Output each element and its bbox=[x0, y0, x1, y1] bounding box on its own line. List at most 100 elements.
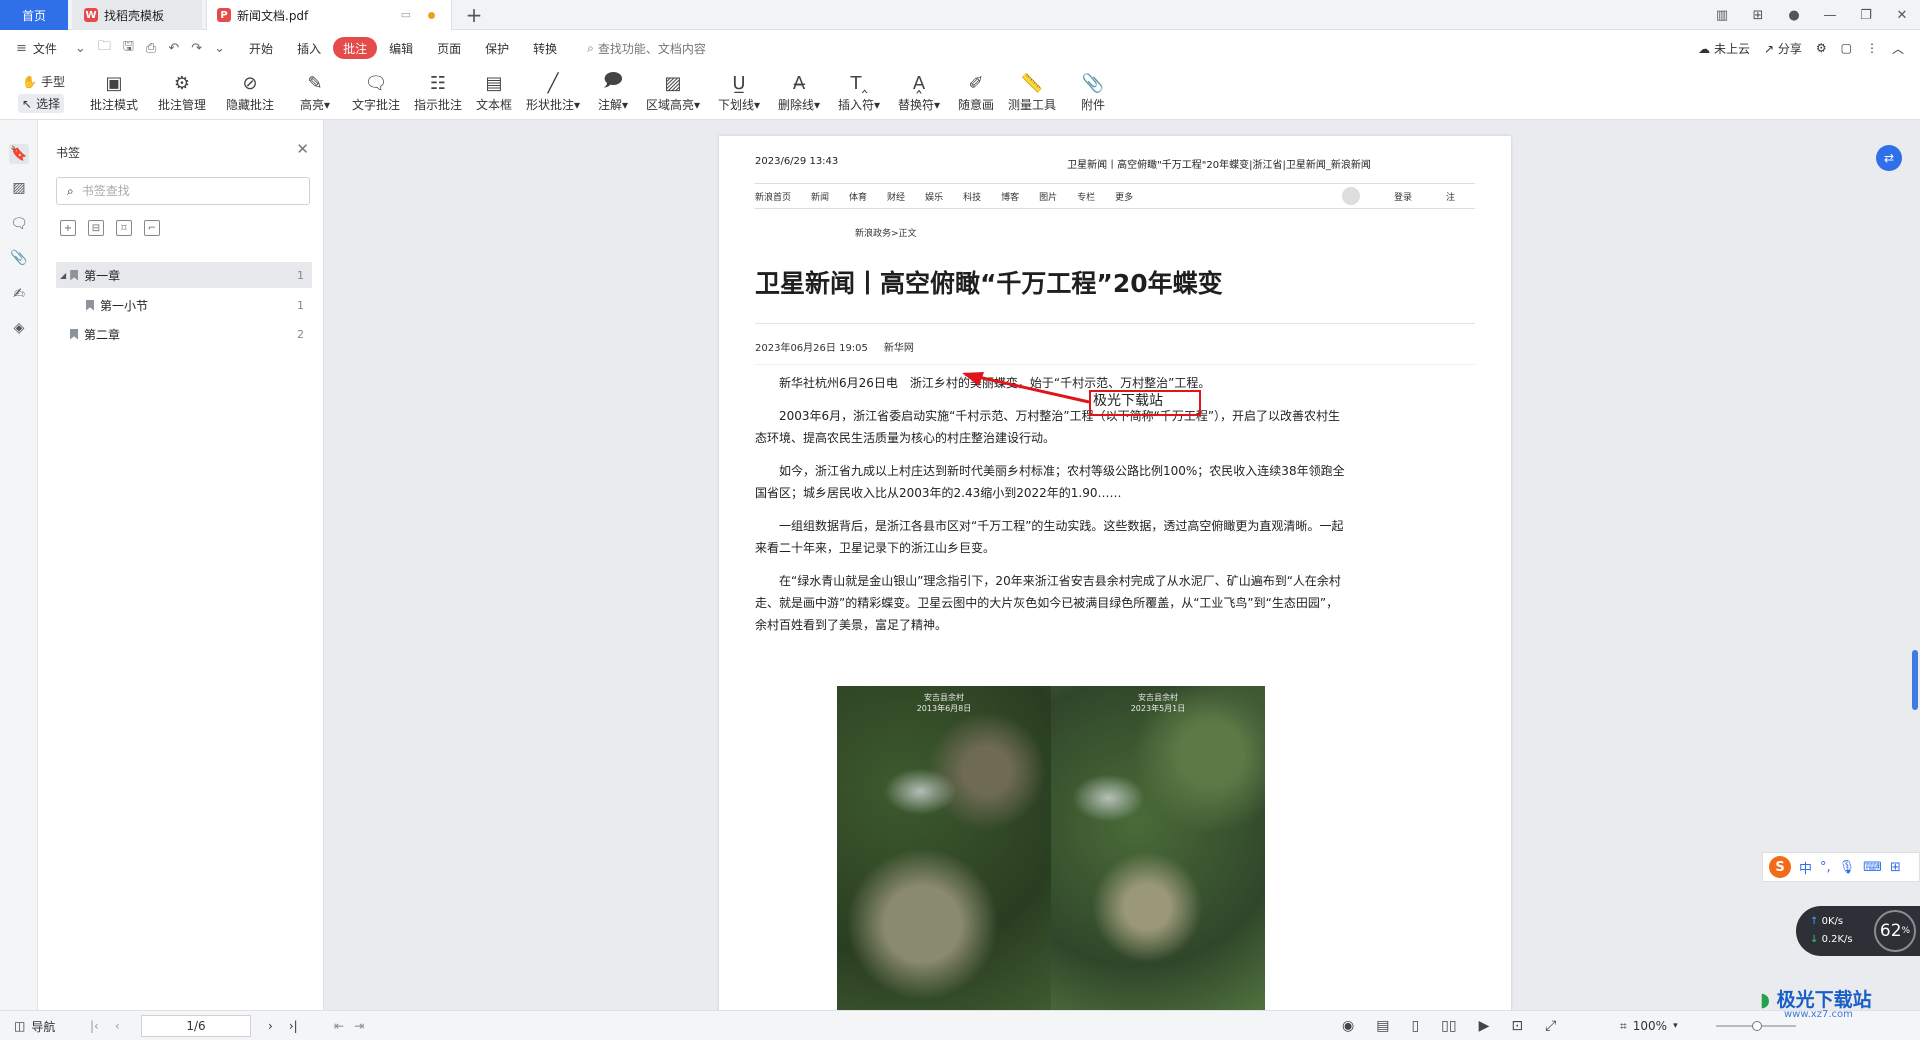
menu-protect[interactable]: 保护 bbox=[473, 37, 521, 59]
document-viewport[interactable]: 2023/6/29 13:43 卫星新闻丨高空俯瞰"千万工程"20年蝶变|浙江省… bbox=[325, 120, 1920, 1010]
attachment-panel-icon[interactable]: 📎 bbox=[9, 248, 29, 268]
collapse-ribbon-icon[interactable]: ︿ bbox=[1892, 40, 1904, 57]
bookmark-item[interactable]: ◢ 第一章 1 bbox=[56, 262, 312, 288]
hamburger-icon[interactable]: ≡ bbox=[10, 41, 33, 56]
menu-start[interactable]: 开始 bbox=[237, 37, 285, 59]
tab-document[interactable]: P 新闻文档.pdf ▭ bbox=[206, 0, 452, 30]
next-page-icon[interactable]: › bbox=[268, 1019, 273, 1033]
freehand-button[interactable]: ✐ 随意画 bbox=[958, 70, 994, 118]
tab-template[interactable]: W 找稻壳模板 bbox=[72, 0, 202, 30]
measure-tool-button[interactable]: 📏 测量工具 bbox=[1008, 70, 1056, 118]
bookmark-search-input[interactable] bbox=[81, 184, 282, 198]
bookmark-search[interactable]: ⌕ bbox=[56, 177, 310, 205]
new-tab-button[interactable]: + bbox=[460, 0, 488, 30]
undo-icon[interactable]: ↶ bbox=[162, 41, 185, 56]
back-history-icon[interactable]: ⇤ bbox=[334, 1019, 344, 1033]
last-page-icon[interactable]: ›| bbox=[289, 1019, 298, 1033]
bookmark-expand-icon[interactable]: ⌑ bbox=[116, 220, 132, 236]
hide-comment-button[interactable]: ⊘ 隐藏批注 bbox=[226, 70, 274, 118]
tab-home[interactable]: 首页 bbox=[0, 0, 68, 30]
thumbnail-icon[interactable]: ▨ bbox=[9, 178, 29, 198]
zoom-slider-track[interactable] bbox=[1716, 1021, 1796, 1031]
punctuation-icon[interactable]: °, bbox=[1820, 860, 1831, 875]
menu-comment[interactable]: 批注 bbox=[333, 37, 378, 59]
forward-history-icon[interactable]: ⇥ bbox=[354, 1019, 364, 1033]
chevron-down-icon[interactable]: ⌄ bbox=[69, 41, 92, 56]
avatar[interactable]: ● bbox=[1776, 8, 1812, 23]
first-page-icon[interactable]: |‹ bbox=[90, 1019, 99, 1033]
select-tool-button[interactable]: ↖ 选择 bbox=[18, 94, 65, 113]
text-comment-button[interactable]: 🗨 文字批注 bbox=[352, 70, 400, 118]
prev-page-icon[interactable]: ‹ bbox=[115, 1019, 120, 1033]
textbox-button[interactable]: ▤ 文本框 bbox=[476, 70, 512, 118]
floating-convert-icon[interactable]: ⇄ bbox=[1876, 145, 1902, 171]
save-icon[interactable]: 🖫 bbox=[117, 37, 140, 59]
signature-panel-icon[interactable]: ✍ bbox=[9, 284, 29, 304]
fit-page-icon[interactable]: ⊡ bbox=[1511, 1018, 1523, 1034]
minimize-button[interactable]: — bbox=[1812, 8, 1848, 23]
play-icon[interactable]: ▶ bbox=[1479, 1018, 1490, 1034]
settings-icon[interactable]: ⚙ bbox=[1816, 41, 1827, 55]
menu-insert[interactable]: 插入 bbox=[285, 37, 333, 59]
two-page-icon[interactable]: ▯▯ bbox=[1441, 1018, 1456, 1034]
comment-mode-button[interactable]: ▣ 批注模式 bbox=[90, 70, 138, 118]
layers-panel-icon[interactable]: ◈ bbox=[9, 318, 29, 338]
annotation-textbox[interactable]: 极光下载站 bbox=[1089, 390, 1201, 416]
eye-protection-icon[interactable]: ◉ bbox=[1342, 1018, 1354, 1034]
bookmark-item[interactable]: 第一小节 1 bbox=[56, 292, 312, 318]
ime-toolbar[interactable]: S 中 °, 🎙 ⌨ ⊞ bbox=[1762, 852, 1920, 882]
close-window-button[interactable]: ✕ bbox=[1884, 8, 1920, 23]
ime-grid-icon[interactable]: ⊞ bbox=[1890, 860, 1901, 875]
grid-icon[interactable]: ⊞ bbox=[1740, 8, 1776, 23]
attachment-button[interactable]: 📎 附件 bbox=[1078, 70, 1108, 118]
highlight-button[interactable]: ✎ 高亮▾ bbox=[300, 70, 330, 118]
continuous-scroll-icon[interactable]: ▤ bbox=[1376, 1018, 1389, 1034]
fit-width-icon[interactable]: ⤢ bbox=[1545, 1018, 1556, 1034]
single-page-icon[interactable]: ▯ bbox=[1411, 1018, 1419, 1034]
shape-comment-button[interactable]: ╱ 形状批注▾ bbox=[526, 70, 580, 118]
bookmark-delete-icon[interactable]: ⌐ bbox=[144, 220, 160, 236]
insert-mark-button[interactable]: T‸ 插入符▾ bbox=[838, 70, 880, 118]
microphone-icon[interactable]: 🎙 bbox=[1839, 860, 1856, 875]
comment-manage-button[interactable]: ⚙ 批注管理 bbox=[158, 70, 206, 118]
menu-convert[interactable]: 转换 bbox=[521, 37, 569, 59]
zoom-slider-thumb[interactable] bbox=[1752, 1021, 1762, 1031]
bookmark-page: 2 bbox=[297, 327, 304, 341]
strikethrough-button[interactable]: A̶ 删除线▾ bbox=[778, 70, 820, 118]
function-search[interactable]: ⌕ 查找功能、文档内容 bbox=[587, 40, 706, 57]
close-icon[interactable]: ✕ bbox=[296, 140, 309, 158]
add-bookmark-icon[interactable]: + bbox=[60, 220, 76, 236]
redo-icon[interactable]: ↷ bbox=[185, 41, 208, 56]
pointer-comment-button[interactable]: ☷ 指示批注 bbox=[414, 70, 462, 118]
bookmark-item[interactable]: 第二章 2 bbox=[56, 321, 312, 347]
layout-icon[interactable]: ▥ bbox=[1704, 8, 1740, 23]
underline-button[interactable]: U̲ 下划线▾ bbox=[718, 70, 760, 118]
menu-edit[interactable]: 编辑 bbox=[377, 37, 425, 59]
collapse-triangle-icon[interactable]: ◢ bbox=[60, 271, 66, 280]
replace-mark-button[interactable]: A̭ 替换符▾ bbox=[898, 70, 940, 118]
share-button[interactable]: ↗ 分享 bbox=[1764, 40, 1802, 57]
vertical-scrollbar-thumb[interactable] bbox=[1912, 650, 1918, 710]
zoom-select[interactable]: ⌗ 100% ▾ bbox=[1620, 1011, 1678, 1040]
area-highlight-button[interactable]: ▨ 区域高亮▾ bbox=[646, 70, 700, 118]
page-number-input[interactable]: 1/6 bbox=[141, 1015, 251, 1037]
tab-screen-icon[interactable]: ▭ bbox=[401, 8, 411, 21]
ime-language[interactable]: 中 bbox=[1799, 858, 1812, 877]
customize-icon[interactable]: ⌄ bbox=[208, 41, 231, 56]
comments-panel-icon[interactable]: 🗨 bbox=[9, 214, 29, 234]
pdf-page[interactable]: 2023/6/29 13:43 卫星新闻丨高空俯瞰"千万工程"20年蝶变|浙江省… bbox=[719, 136, 1511, 1010]
menu-file[interactable]: 文件 bbox=[33, 37, 69, 59]
restore-button[interactable]: ❐ bbox=[1848, 8, 1884, 23]
navigation-toggle[interactable]: ◫ 导航 bbox=[14, 1011, 55, 1040]
comment-icon[interactable]: ▢ bbox=[1841, 41, 1852, 55]
cloud-status[interactable]: ☁ 未上云 bbox=[1698, 40, 1750, 57]
note-button[interactable]: 🗩 注解▾ bbox=[598, 70, 628, 118]
print-icon[interactable]: ⎙ bbox=[140, 41, 162, 56]
bookmark-panel-icon[interactable]: 🔖 bbox=[9, 144, 29, 164]
menu-page[interactable]: 页面 bbox=[425, 37, 473, 59]
more-icon[interactable]: ⋮ bbox=[1866, 41, 1878, 55]
add-child-bookmark-icon[interactable]: ⊟ bbox=[88, 220, 104, 236]
keyboard-icon[interactable]: ⌨ bbox=[1863, 860, 1882, 875]
hand-tool-button[interactable]: ✋ 手型 bbox=[18, 72, 69, 91]
open-folder-icon[interactable]: 🗀 bbox=[92, 37, 117, 59]
